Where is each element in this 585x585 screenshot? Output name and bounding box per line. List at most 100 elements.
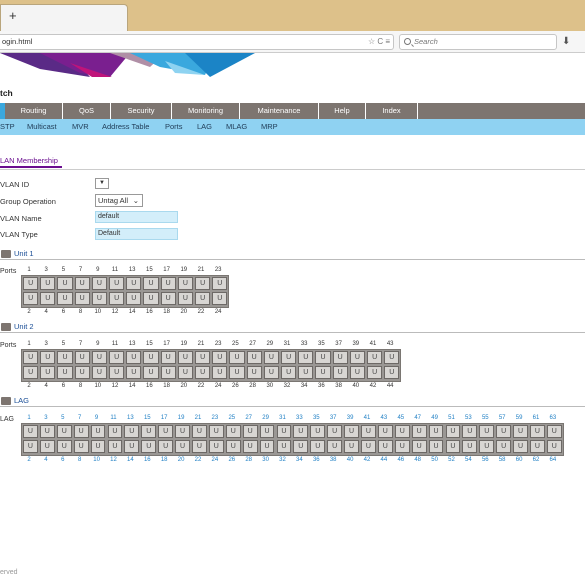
- port-toggle[interactable]: U: [109, 277, 125, 290]
- port-toggle[interactable]: U: [23, 366, 39, 379]
- port-toggle[interactable]: U: [225, 425, 241, 438]
- port-toggle[interactable]: U: [349, 351, 365, 364]
- port-toggle[interactable]: U: [212, 351, 228, 364]
- port-toggle[interactable]: U: [445, 425, 461, 438]
- port-toggle[interactable]: U: [281, 366, 297, 379]
- port-toggle[interactable]: U: [107, 425, 123, 438]
- port-toggle[interactable]: U: [23, 277, 39, 290]
- port-toggle[interactable]: U: [195, 277, 211, 290]
- port-toggle[interactable]: U: [212, 366, 228, 379]
- port-toggle[interactable]: U: [126, 292, 142, 305]
- port-toggle[interactable]: U: [39, 440, 55, 453]
- port-toggle[interactable]: U: [281, 351, 297, 364]
- port-toggle[interactable]: U: [384, 366, 400, 379]
- port-toggle[interactable]: U: [126, 366, 142, 379]
- port-toggle[interactable]: U: [293, 425, 309, 438]
- subnav-ports[interactable]: Ports: [165, 119, 183, 135]
- port-toggle[interactable]: U: [229, 366, 245, 379]
- port-toggle[interactable]: U: [428, 440, 444, 453]
- port-toggle[interactable]: U: [361, 425, 376, 438]
- port-toggle[interactable]: U: [39, 425, 55, 438]
- subnav-mlag[interactable]: MLAG: [226, 119, 247, 135]
- port-toggle[interactable]: U: [462, 425, 478, 438]
- port-toggle[interactable]: U: [175, 440, 190, 453]
- port-toggle[interactable]: U: [107, 440, 123, 453]
- subnav-mvr[interactable]: MVR: [72, 119, 89, 135]
- subnav-multicast[interactable]: Multicast: [27, 119, 57, 135]
- port-toggle[interactable]: U: [263, 366, 279, 379]
- port-toggle[interactable]: U: [195, 351, 211, 364]
- port-toggle[interactable]: U: [91, 366, 107, 379]
- port-toggle[interactable]: U: [73, 440, 89, 453]
- port-toggle[interactable]: U: [143, 366, 159, 379]
- port-toggle[interactable]: U: [177, 277, 193, 290]
- browser-search-input[interactable]: Search: [399, 34, 557, 50]
- port-toggle[interactable]: U: [411, 425, 427, 438]
- url-action-icons[interactable]: ☆ C ≡: [368, 35, 390, 49]
- port-toggle[interactable]: U: [160, 351, 176, 364]
- subnav-stp[interactable]: STP: [0, 119, 15, 135]
- nav-item-maintenance[interactable]: Maintenance: [240, 103, 319, 119]
- port-toggle[interactable]: U: [208, 425, 224, 438]
- port-toggle[interactable]: U: [195, 292, 211, 305]
- port-toggle[interactable]: U: [23, 292, 39, 305]
- port-toggle[interactable]: U: [361, 440, 376, 453]
- port-toggle[interactable]: U: [349, 366, 365, 379]
- port-toggle[interactable]: U: [530, 440, 545, 453]
- port-toggle[interactable]: U: [74, 292, 90, 305]
- port-toggle[interactable]: U: [212, 277, 228, 290]
- port-toggle[interactable]: U: [40, 292, 56, 305]
- port-toggle[interactable]: U: [263, 351, 279, 364]
- port-toggle[interactable]: U: [160, 366, 176, 379]
- port-toggle[interactable]: U: [143, 277, 159, 290]
- port-toggle[interactable]: U: [315, 351, 331, 364]
- port-toggle[interactable]: U: [246, 351, 262, 364]
- port-toggle[interactable]: U: [479, 425, 495, 438]
- port-toggle[interactable]: U: [298, 366, 314, 379]
- port-toggle[interactable]: U: [143, 351, 159, 364]
- subnav-lag[interactable]: LAG: [197, 119, 212, 135]
- nav-item-security[interactable]: Security: [111, 103, 172, 119]
- port-toggle[interactable]: U: [23, 425, 38, 438]
- port-toggle[interactable]: U: [479, 440, 495, 453]
- port-toggle[interactable]: U: [394, 440, 410, 453]
- port-toggle[interactable]: U: [141, 440, 157, 453]
- port-toggle[interactable]: U: [23, 440, 38, 453]
- port-toggle[interactable]: U: [276, 425, 292, 438]
- port-toggle[interactable]: U: [445, 440, 461, 453]
- port-toggle[interactable]: U: [40, 366, 56, 379]
- port-toggle[interactable]: U: [496, 425, 512, 438]
- port-toggle[interactable]: U: [411, 440, 427, 453]
- port-toggle[interactable]: U: [546, 425, 562, 438]
- group-operation-select[interactable]: Untag All ⌄: [95, 194, 143, 207]
- subnav-address-table[interactable]: Address Table: [102, 119, 149, 135]
- port-toggle[interactable]: U: [546, 440, 562, 453]
- port-toggle[interactable]: U: [126, 351, 142, 364]
- port-toggle[interactable]: U: [74, 277, 90, 290]
- port-toggle[interactable]: U: [192, 425, 207, 438]
- port-toggle[interactable]: U: [530, 425, 545, 438]
- vlan-name-field[interactable]: default: [95, 211, 178, 223]
- port-toggle[interactable]: U: [513, 440, 528, 453]
- port-toggle[interactable]: U: [428, 425, 444, 438]
- port-toggle[interactable]: U: [90, 440, 106, 453]
- port-toggle[interactable]: U: [377, 425, 393, 438]
- port-toggle[interactable]: U: [141, 425, 157, 438]
- browser-tab[interactable]: [0, 4, 128, 31]
- port-toggle[interactable]: U: [462, 440, 478, 453]
- port-toggle[interactable]: U: [242, 440, 258, 453]
- port-toggle[interactable]: U: [124, 440, 140, 453]
- port-toggle[interactable]: U: [344, 425, 359, 438]
- port-toggle[interactable]: U: [177, 292, 193, 305]
- port-toggle[interactable]: U: [246, 366, 262, 379]
- port-toggle[interactable]: U: [293, 440, 309, 453]
- port-toggle[interactable]: U: [57, 366, 73, 379]
- port-toggle[interactable]: U: [513, 425, 528, 438]
- port-toggle[interactable]: U: [175, 425, 190, 438]
- port-toggle[interactable]: U: [73, 425, 89, 438]
- port-toggle[interactable]: U: [57, 351, 73, 364]
- port-toggle[interactable]: U: [394, 425, 410, 438]
- new-tab-button[interactable]: +: [9, 9, 17, 23]
- port-toggle[interactable]: U: [195, 366, 211, 379]
- port-toggle[interactable]: U: [126, 277, 142, 290]
